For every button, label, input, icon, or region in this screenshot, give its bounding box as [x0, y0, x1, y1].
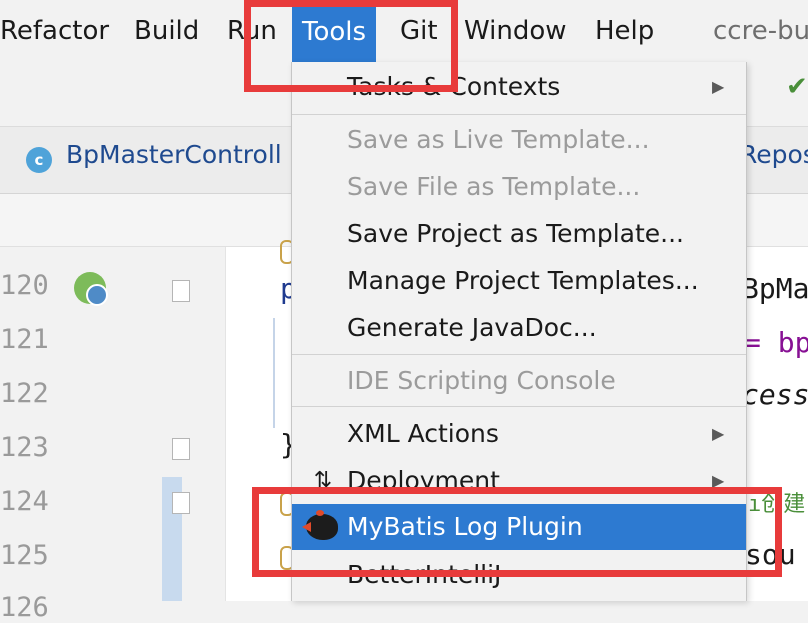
submenu-arrow-icon: ▶ [712, 77, 725, 96]
menu-build[interactable]: Build [134, 9, 199, 53]
menu-refactor[interactable]: Refactor [0, 9, 109, 53]
menu-item-label: Save Project as Template... [347, 219, 684, 248]
menu-item-save-file-template[interactable]: Save File as Template... [292, 164, 746, 210]
fold-marker[interactable] [172, 438, 190, 460]
menu-item-xml-actions[interactable]: XML Actions ▶ [292, 411, 746, 457]
line-number: 123 [0, 432, 49, 463]
line-number: 120 [0, 270, 49, 301]
menu-separator [292, 114, 746, 115]
menu-window[interactable]: Window [464, 9, 567, 53]
menu-item-label: Manage Project Templates... [347, 266, 699, 295]
menu-help[interactable]: Help [595, 9, 654, 53]
fold-marker[interactable] [172, 280, 190, 302]
menu-item-save-project-template[interactable]: Save Project as Template... [292, 211, 746, 257]
menu-separator [292, 354, 746, 355]
line-number: 124 [0, 486, 49, 517]
menu-item-label: Save as Live Template... [347, 125, 650, 154]
globe-icon [86, 284, 108, 306]
menu-item-label: XML Actions [347, 419, 499, 448]
menu-item-ide-scripting-console[interactable]: IDE Scripting Console [292, 358, 746, 404]
indent-guide [273, 318, 275, 428]
menu-item-label: Save File as Template... [347, 172, 641, 201]
vcs-update-icon[interactable]: ✔ [786, 72, 808, 102]
tab-repository[interactable]: Repos [740, 140, 808, 169]
menu-item-save-live-template[interactable]: Save as Live Template... [292, 117, 746, 163]
line-number: 122 [0, 378, 49, 409]
code-token: cess [742, 378, 808, 411]
submenu-arrow-icon: ▶ [712, 424, 725, 443]
tab-bpmastercontroller[interactable]: BpMasterControll [66, 140, 282, 169]
line-number: 126 [0, 592, 49, 623]
menu-item-generate-javadoc[interactable]: Generate JavaDoc... [292, 305, 746, 351]
project-title: ccre-bu [713, 16, 808, 46]
class-c-icon: c [26, 147, 52, 173]
code-token: = bp [744, 326, 808, 359]
line-number: 125 [0, 540, 49, 571]
menu-item-label: Generate JavaDoc... [347, 313, 597, 342]
highlight-box-tools [244, 0, 458, 92]
menu-item-label: IDE Scripting Console [347, 366, 616, 395]
menu-item-manage-project-templates[interactable]: Manage Project Templates... [292, 258, 746, 304]
code-token: BpMa [742, 272, 808, 305]
menu-separator [292, 406, 746, 407]
highlight-box-mybatis [252, 487, 782, 577]
fold-marker[interactable] [172, 492, 190, 514]
line-number: 121 [0, 324, 49, 355]
